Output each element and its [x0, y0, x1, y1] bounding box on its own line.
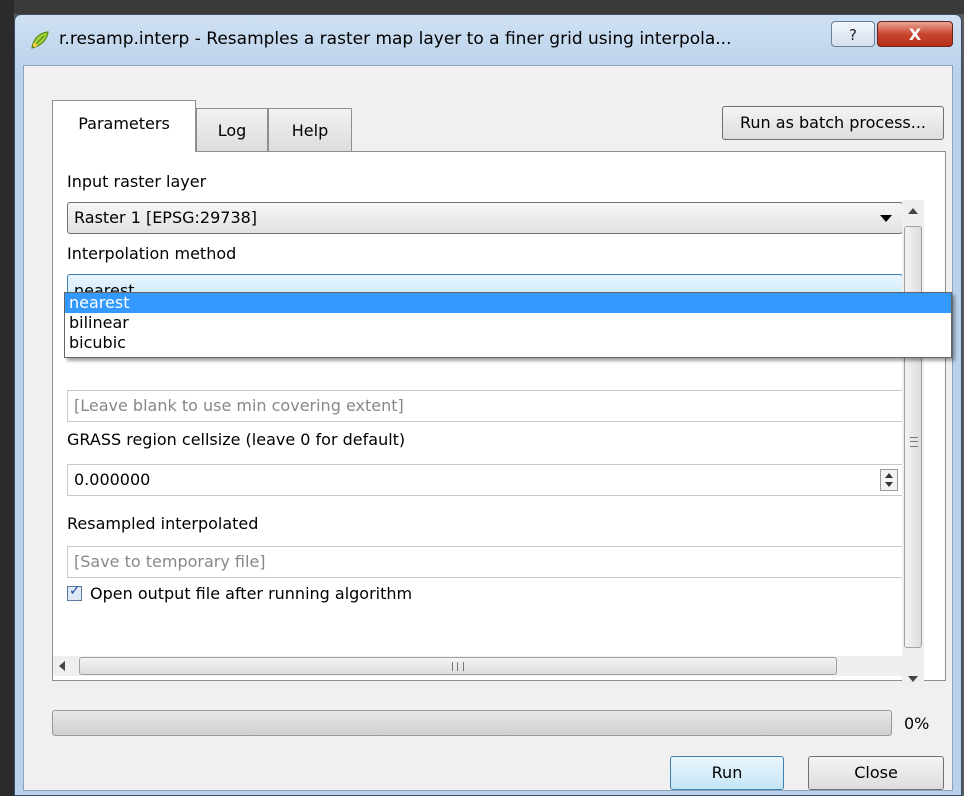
progress-percent: 0% — [904, 714, 930, 733]
dialog-client: Parameters Log Help Run as batch process… — [23, 65, 953, 791]
cellsize-field[interactable]: 0.000000 — [67, 464, 903, 496]
scroll-up-icon[interactable] — [902, 200, 924, 222]
run-button[interactable]: Run — [670, 756, 784, 790]
horizontal-scrollbar[interactable] — [53, 656, 919, 676]
cellsize-label: GRASS region cellsize (leave 0 for defau… — [67, 430, 406, 449]
desktop-background — [0, 0, 964, 14]
window-close-button[interactable]: X — [877, 21, 953, 47]
horizontal-scroll-thumb[interactable] — [79, 657, 837, 675]
dialog-window: r.resamp.interp - Resamples a raster map… — [14, 14, 962, 796]
desktop-edge — [0, 0, 14, 796]
tab-log[interactable]: Log — [196, 108, 268, 152]
dropdown-arrow-icon — [880, 215, 892, 222]
close-button[interactable]: Close — [808, 756, 944, 790]
open-output-label: Open output file after running algorithm — [90, 584, 413, 603]
open-output-row[interactable]: Open output file after running algorithm — [67, 583, 413, 603]
spin-up-icon[interactable] — [885, 473, 893, 478]
progress-bar — [52, 710, 892, 736]
context-help-button[interactable]: ? — [831, 21, 875, 47]
resampled-output-label: Resampled interpolated — [67, 514, 259, 533]
dropdown-option[interactable]: bilinear — [65, 313, 951, 333]
cellsize-spinner[interactable] — [880, 469, 898, 491]
vertical-scrollbar[interactable] — [902, 200, 924, 690]
scroll-left-icon[interactable] — [53, 656, 75, 676]
open-output-checkbox[interactable] — [67, 583, 82, 601]
output-file-field[interactable]: [Save to temporary file] — [67, 546, 903, 578]
dropdown-option[interactable]: bicubic — [65, 333, 951, 353]
input-raster-combo[interactable]: Raster 1 [EPSG:29738] — [67, 202, 903, 234]
window-title: r.resamp.interp - Resamples a raster map… — [59, 29, 732, 49]
input-raster-value: Raster 1 [EPSG:29738] — [74, 208, 258, 227]
qgis-leaf-icon — [31, 31, 49, 49]
input-raster-label: Input raster layer — [67, 172, 207, 191]
spin-down-icon[interactable] — [885, 482, 893, 487]
run-batch-button[interactable]: Run as batch process... — [722, 106, 944, 140]
interpolation-method-label: Interpolation method — [67, 244, 237, 263]
grip-icon — [910, 437, 918, 447]
cellsize-value: 0.000000 — [74, 470, 151, 489]
parameters-scroll-area: Input raster layer Raster 1 [EPSG:29738]… — [53, 152, 919, 652]
scroll-down-icon[interactable] — [902, 668, 924, 690]
region-extent-field[interactable]: [Leave blank to use min covering extent] — [67, 390, 903, 422]
parameters-panel: Input raster layer Raster 1 [EPSG:29738]… — [52, 151, 946, 681]
vertical-scroll-thumb[interactable] — [904, 226, 922, 648]
tab-help[interactable]: Help — [268, 108, 352, 152]
title-bar[interactable]: r.resamp.interp - Resamples a raster map… — [15, 15, 961, 65]
tab-parameters[interactable]: Parameters — [52, 100, 196, 152]
interpolation-method-dropdown[interactable]: nearest bilinear bicubic — [64, 292, 952, 358]
dropdown-option[interactable]: nearest — [65, 293, 951, 313]
grip-icon — [452, 662, 464, 671]
